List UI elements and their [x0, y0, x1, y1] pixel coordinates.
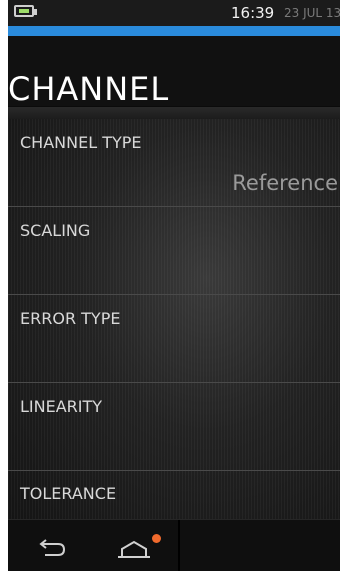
device-screen: 16:39 23 JUL 13 CHANNEL CHANNEL TYPE Ref…	[8, 0, 340, 571]
back-button[interactable]	[28, 533, 76, 563]
navigation-bar	[8, 519, 340, 571]
menu-item-tolerance[interactable]: TOLERANCE	[8, 471, 340, 519]
status-bar: 16:39 23 JUL 13	[8, 0, 340, 26]
menu-item-scaling[interactable]: SCALING	[8, 207, 340, 295]
status-time: 16:39	[231, 4, 275, 22]
menu-item-label: LINEARITY	[20, 397, 103, 416]
menu-item-channel-type[interactable]: CHANNEL TYPE Reference	[8, 119, 340, 207]
menu-item-label: TOLERANCE	[20, 484, 117, 503]
battery-charging-icon	[14, 5, 37, 17]
menu-list: CHANNEL TYPE Reference SCALING ERROR TYP…	[8, 119, 340, 519]
menu-item-linearity[interactable]: LINEARITY	[8, 383, 340, 471]
home-button[interactable]	[108, 527, 168, 565]
menu-item-error-type[interactable]: ERROR TYPE	[8, 295, 340, 383]
menu-item-label: ERROR TYPE	[20, 309, 121, 328]
page-title: CHANNEL	[8, 70, 170, 108]
menu-item-label: CHANNEL TYPE	[20, 133, 142, 152]
home-icon	[118, 540, 150, 558]
status-date: 23 JUL 13	[284, 6, 340, 20]
accent-bar	[8, 26, 340, 36]
menu-item-label: SCALING	[20, 221, 91, 240]
notification-dot	[152, 534, 161, 543]
back-arrow-icon	[39, 539, 66, 556]
menu-item-value: Reference	[232, 171, 338, 195]
nav-divider	[178, 520, 180, 571]
header-divider	[8, 107, 340, 119]
